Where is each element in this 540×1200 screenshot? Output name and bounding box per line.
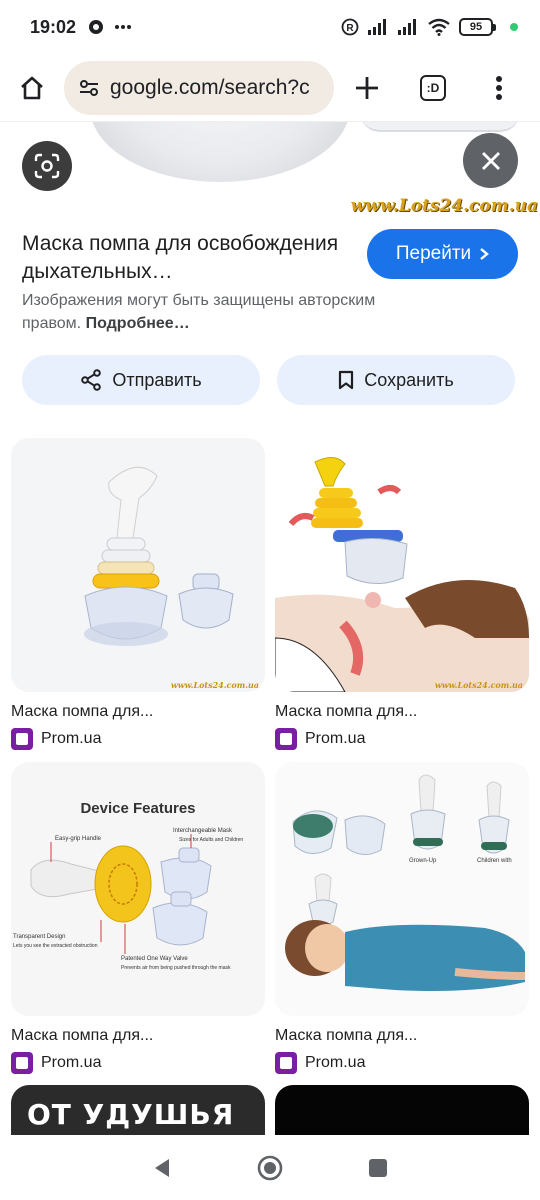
status-bar: 19:02 R 95: [0, 0, 540, 54]
feature-label: Sizes for Adults and Children: [179, 837, 244, 843]
device-diagram: [30, 834, 212, 954]
charging-dot: [510, 23, 518, 31]
card-source[interactable]: Prom.ua: [11, 1052, 265, 1074]
close-icon: [481, 151, 500, 170]
bookmark-icon: [339, 370, 354, 390]
feature-label: Easy-grip Handle: [55, 836, 102, 842]
save-label: Сохранить: [364, 369, 454, 390]
signal-icon-1: [368, 19, 386, 35]
chevron-right-icon: [480, 248, 490, 260]
share-label: Отправить: [112, 369, 202, 390]
result-card-partial[interactable]: ОТ УДУШЬЯ: [11, 1085, 265, 1135]
result-card[interactable]: Grown-Up Children with Маска помпа для..…: [275, 762, 529, 1074]
feature-label: Children with: [477, 858, 512, 864]
result-card[interactable]: www.Lots24.com.ua Маска помпа для... Pro…: [11, 438, 265, 750]
feature-label: Grown-Up: [409, 858, 437, 864]
tab-count: :D: [420, 74, 446, 101]
battery-indicator: 95: [459, 18, 496, 36]
registered-icon: R: [341, 18, 359, 36]
system-nav-bar: [0, 1135, 540, 1200]
home-icon: [21, 76, 43, 99]
feature-label: Patented One Way Valve: [121, 956, 188, 962]
card-image[interactable]: Device Features Easy-grip Handle Interch…: [11, 762, 265, 1016]
wifi-icon: [428, 18, 450, 36]
card-title[interactable]: Маска помпа для...: [11, 1026, 265, 1046]
preview-mask-shape: [90, 122, 350, 182]
share-icon: [81, 369, 102, 391]
recents-icon[interactable]: [367, 1157, 389, 1179]
result-card[interactable]: Device Features Easy-grip Handle Interch…: [11, 762, 265, 1074]
product-illustration: [84, 466, 234, 646]
lens-button[interactable]: [22, 141, 72, 191]
new-tab-button[interactable]: [334, 56, 400, 120]
product-illustration: [285, 774, 526, 991]
result-card-partial[interactable]: [275, 1085, 529, 1135]
card-watermark: www.Lots24.com.ua: [434, 680, 523, 690]
home-circle-icon[interactable]: [256, 1154, 284, 1182]
back-icon[interactable]: [151, 1156, 173, 1180]
tab-switcher-button[interactable]: :D: [400, 56, 466, 120]
result-card[interactable]: www.Lots24.com.ua Маска помпа для... Pro…: [275, 438, 529, 750]
card-title[interactable]: Маска помпа для...: [275, 1026, 529, 1046]
feature-label: Interchangeable Mask: [173, 828, 233, 834]
feature-label: Prevents air from being pushed through t…: [121, 965, 231, 971]
feature-label: Transparent Design: [13, 934, 66, 940]
copyright-notice: Изображения могут быть защищены авторски…: [22, 292, 376, 332]
more-vert-icon: [496, 75, 502, 100]
card-image[interactable]: www.Lots24.com.ua: [275, 438, 529, 692]
home-button[interactable]: [0, 56, 64, 120]
svg-text:R: R: [346, 23, 354, 34]
source-favicon-icon: [275, 728, 297, 750]
product-illustration: [275, 457, 529, 692]
card-image[interactable]: Grown-Up Children with: [275, 762, 529, 1016]
url-text: google.com/search?c: [110, 75, 310, 99]
more-notifications-icon: [115, 25, 132, 29]
share-button[interactable]: Отправить: [22, 355, 260, 405]
feature-label: Lets you see the extracted obstruction: [13, 943, 98, 949]
chrome-icon: [89, 20, 104, 34]
source-favicon-icon: [11, 728, 33, 750]
card-source[interactable]: Prom.ua: [11, 728, 265, 750]
site-settings-icon: [80, 79, 98, 96]
save-button[interactable]: Сохранить: [277, 355, 515, 405]
card-image-text: ОТ УДУШЬЯ: [27, 1098, 235, 1131]
image-preview[interactable]: www.Lots24.com.ua: [0, 122, 540, 220]
menu-button[interactable]: [466, 56, 532, 120]
address-bar[interactable]: google.com/search?c: [64, 60, 334, 115]
plus-icon: [356, 76, 378, 99]
preview-watermark: www.Lots24.com.ua: [350, 196, 538, 216]
card-image[interactable]: www.Lots24.com.ua: [11, 438, 265, 692]
source-favicon-icon: [275, 1052, 297, 1074]
card-title[interactable]: Маска помпа для...: [11, 702, 265, 722]
visit-button[interactable]: Перейти: [367, 229, 518, 279]
card-source[interactable]: Prom.ua: [275, 728, 529, 750]
card-title[interactable]: Маска помпа для...: [275, 702, 529, 722]
browser-toolbar: google.com/search?c :D: [0, 54, 540, 122]
card-watermark: www.Lots24.com.ua: [170, 680, 259, 690]
google-lens-icon: [34, 153, 60, 179]
learn-more-link[interactable]: Подробнее…: [86, 315, 190, 332]
source-favicon-icon: [11, 1052, 33, 1074]
close-button[interactable]: [463, 133, 518, 188]
status-time: 19:02: [30, 16, 77, 37]
result-title[interactable]: Маска помпа для освобождения дыхательных…: [22, 230, 352, 286]
card-source[interactable]: Prom.ua: [275, 1052, 529, 1074]
visit-label: Перейти: [395, 243, 472, 264]
signal-icon-2: [398, 19, 416, 35]
